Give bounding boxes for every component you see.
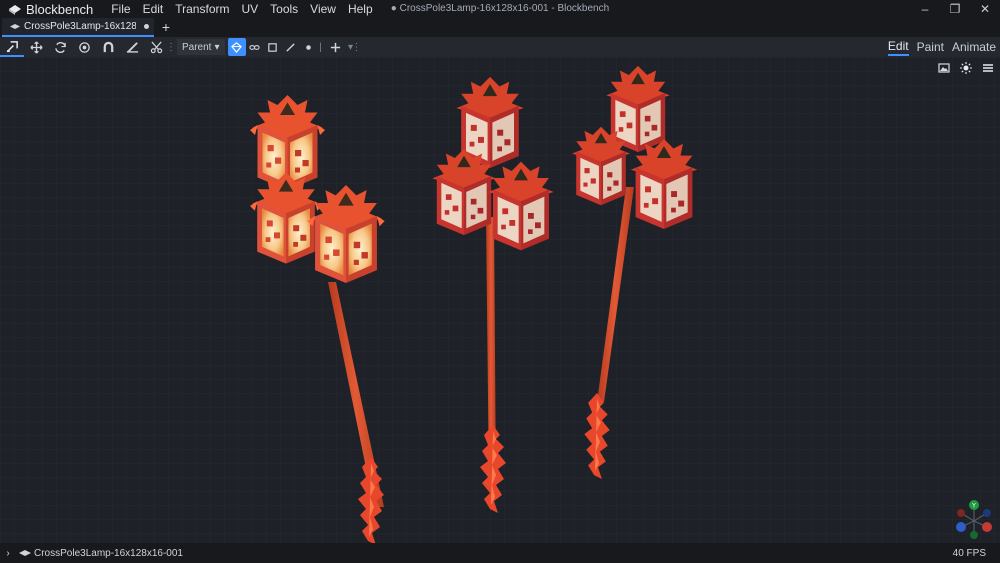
viewport-3d[interactable]: Y [0,57,1000,543]
toolbar-overflow-icon[interactable]: ⋮ [352,37,362,57]
tab-bar: CrossPole3Lamp-16x128x16-001 + [0,18,1000,37]
magnet-icon [103,41,113,52]
app-name: Blockbench [26,1,94,17]
hamburger-menu-icon [983,64,993,72]
screenshot-button[interactable] [936,60,952,76]
mode-switcher: Edit Paint Animate [887,37,996,57]
pivot-mode-select[interactable]: Parent ▾ [177,39,225,55]
mode-edit-tab[interactable]: Edit [887,38,909,56]
menu-uv[interactable]: UV [235,0,264,18]
selection-mode-object-button[interactable] [227,38,246,56]
menu-tools[interactable]: Tools [264,0,304,18]
edge-line-icon [286,42,295,52]
seam-tool-button[interactable] [120,37,144,57]
window-controls: – ❐ ✕ [910,0,1000,18]
svg-text:Y: Y [971,503,976,510]
resize-tool-button[interactable] [24,37,48,57]
menu-bar: File Edit Transform UV Tools View Help [105,0,378,18]
expand-panel-icon[interactable]: › [0,548,16,559]
gizmo-z-axis-icon [956,522,966,532]
chevron-down-icon: ▾ [214,41,220,53]
selection-mode-face-button[interactable] [264,38,282,56]
mode-animate-tab[interactable]: Animate [952,40,996,54]
square-icon [268,42,277,52]
menu-transform[interactable]: Transform [169,0,235,18]
cursor-move-icon [6,40,18,52]
toolbar: ⋮ Parent ▾ | ▾ ⋮ Edit Paint Animate [0,37,1000,57]
title-bar: Blockbench File Edit Transform UV Tools … [0,0,1000,18]
close-button[interactable]: ✕ [970,0,1000,18]
fps-counter: 40 FPS [952,547,986,559]
link-icon [249,44,260,50]
status-bar: › CrossPole3Lamp-16x128x16-001 40 FPS [0,543,1000,563]
model-name-label: CrossPole3Lamp-16x128x16-001 [34,547,183,559]
transform-space-button[interactable] [324,37,348,57]
toolbar-more-icon[interactable]: ⋮ [166,37,176,57]
scissors-icon [150,41,162,53]
brush-icon [126,41,138,53]
blockbench-logo-icon [9,5,21,15]
image-icon [938,63,950,73]
crosshair-icon [78,41,90,53]
vertex-snap-tool-button[interactable] [96,37,120,57]
model-icon [10,24,20,29]
viewport-menu-button[interactable] [980,60,996,76]
gem-icon [231,41,242,53]
selection-mode-cluster-button[interactable] [246,38,264,56]
selection-mode-vertex-button[interactable] [300,38,318,56]
pivot-mode-value: Parent [182,41,212,53]
app-logo: Blockbench [0,2,93,17]
move-tool-button[interactable] [0,37,24,57]
lighting-button[interactable] [958,60,974,76]
menu-help[interactable]: Help [342,0,379,18]
model-preview [0,57,1000,543]
new-tab-button[interactable]: + [154,18,178,37]
minimize-button[interactable]: – [910,0,940,18]
axes-icon [330,42,341,52]
model-icon [16,549,34,557]
arrows-all-icon [29,40,43,54]
menu-view[interactable]: View [304,0,342,18]
rotate-tool-button[interactable] [48,37,72,57]
knife-tool-button[interactable] [144,37,168,57]
rotate-icon [54,41,66,53]
unsaved-dot-icon[interactable] [144,24,149,29]
vertex-dot-icon [306,44,311,50]
orientation-gizmo[interactable]: Y [952,497,996,541]
pivot-tool-button[interactable] [72,37,96,57]
tab-label: CrossPole3Lamp-16x128x16-001 [24,21,136,32]
tab-model[interactable]: CrossPole3Lamp-16x128x16-001 [2,18,154,37]
menu-file[interactable]: File [105,0,136,18]
viewport-controls [936,60,996,76]
sun-icon [960,62,972,74]
gizmo-x-axis-icon [982,522,992,532]
selection-mode-edge-button[interactable] [282,38,300,56]
menu-edit[interactable]: Edit [137,0,170,18]
mode-paint-tab[interactable]: Paint [917,40,944,54]
restore-button[interactable]: ❐ [940,0,970,18]
